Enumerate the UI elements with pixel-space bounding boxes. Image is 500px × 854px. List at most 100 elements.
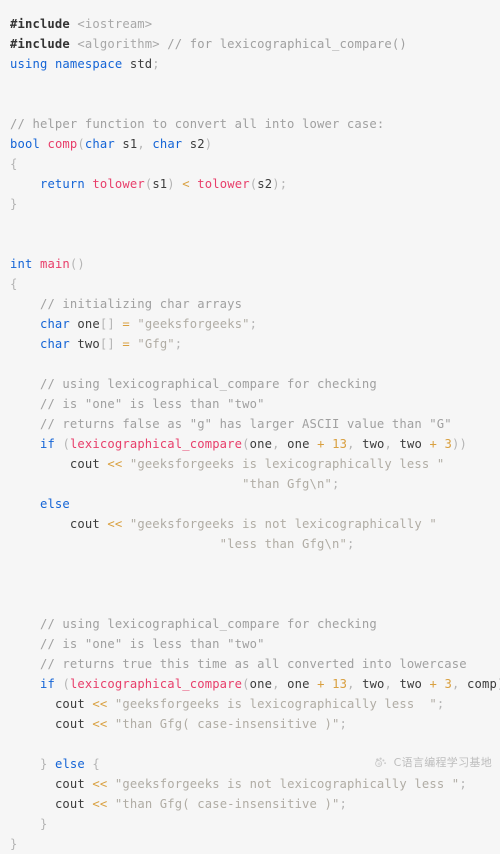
code-line: cout << "geeksforgeeks is not lexicograp…	[0, 774, 500, 794]
token-op: =	[122, 337, 130, 351]
token-op: <<	[92, 777, 108, 791]
token-fn: lexicographical_compare	[69, 677, 243, 691]
token-id: one	[77, 317, 100, 331]
token-id: one	[287, 677, 310, 691]
token-kw: char	[84, 137, 115, 151]
token-punct: ,	[272, 437, 280, 451]
code-line: } else {	[0, 754, 500, 774]
token-id: std	[129, 57, 153, 71]
token-kw: if	[39, 677, 55, 691]
token-id: s2	[257, 177, 273, 191]
token-kw: return	[39, 177, 85, 191]
token-op: <<	[107, 517, 123, 531]
token-punct: []	[99, 317, 115, 331]
code-line: int main()	[0, 254, 500, 274]
token-id: two	[399, 677, 423, 691]
token-id: two	[362, 437, 385, 451]
token-brace: {	[10, 157, 18, 171]
token-kw: else	[54, 757, 85, 771]
token-id: one	[249, 437, 273, 451]
code-line: {	[0, 274, 500, 294]
token-punct: ;	[249, 317, 258, 331]
token-pre: #include	[10, 17, 70, 31]
token-punct: ;	[331, 477, 340, 491]
token-comment: // for lexicographical_compare()	[167, 37, 407, 51]
token-id: two	[362, 677, 385, 691]
token-id: cout	[69, 517, 100, 531]
token-num: 3	[444, 677, 453, 691]
token-punct: ;	[436, 697, 445, 711]
token-op: <<	[92, 697, 108, 711]
code-line: #include <algorithm> // for lexicographi…	[0, 34, 500, 54]
token-comment: // returns true this time as all convert…	[39, 657, 467, 671]
token-str: "Gfg"	[137, 337, 175, 351]
token-brace: }	[10, 837, 18, 851]
token-id: cout	[54, 797, 85, 811]
token-kw: char	[152, 137, 183, 151]
code-line: return tolower(s1) < tolower(s2);	[0, 174, 500, 194]
token-id: comp	[467, 677, 497, 691]
token-id: two	[77, 337, 100, 351]
token-fn: tolower	[92, 177, 145, 191]
token-str: "than Gfg( case-insensitive )"	[114, 797, 340, 811]
token-num: 13	[332, 677, 348, 691]
code-line: bool comp(char s1, char s2)	[0, 134, 500, 154]
token-fn: comp	[47, 137, 78, 151]
code-line: using namespace std;	[0, 54, 500, 74]
code-line: // is "one" is less than "two"	[0, 394, 500, 414]
token-punct: ,	[347, 677, 355, 691]
token-punct: ;	[346, 537, 355, 551]
code-line: char two[] = "Gfg";	[0, 334, 500, 354]
token-header: <iostream>	[77, 17, 153, 31]
token-punct: )	[204, 137, 213, 151]
token-kw: int	[10, 257, 33, 271]
token-str: "than Gfg\n"	[242, 477, 332, 491]
code-line: }	[0, 194, 500, 214]
token-op: +	[317, 437, 325, 451]
token-op: <	[182, 177, 190, 191]
code-lines-container: #include <iostream> #include <algorithm> …	[0, 14, 500, 854]
token-comment: // initializing char arrays	[39, 297, 243, 311]
code-line: if (lexicographical_compare(one, one + 1…	[0, 434, 500, 454]
token-num: 13	[332, 437, 348, 451]
token-pre: #include	[10, 37, 70, 51]
token-str: "than Gfg( case-insensitive )"	[114, 717, 340, 731]
token-fn: tolower	[197, 177, 250, 191]
token-punct: (	[77, 137, 85, 151]
token-id: cout	[69, 457, 100, 471]
token-punct: (	[242, 677, 250, 691]
token-punct: ,	[272, 677, 280, 691]
code-line: cout << "than Gfg( case-insensitive )";	[0, 714, 500, 734]
token-punct: (	[242, 437, 250, 451]
token-punct: []	[99, 337, 115, 351]
